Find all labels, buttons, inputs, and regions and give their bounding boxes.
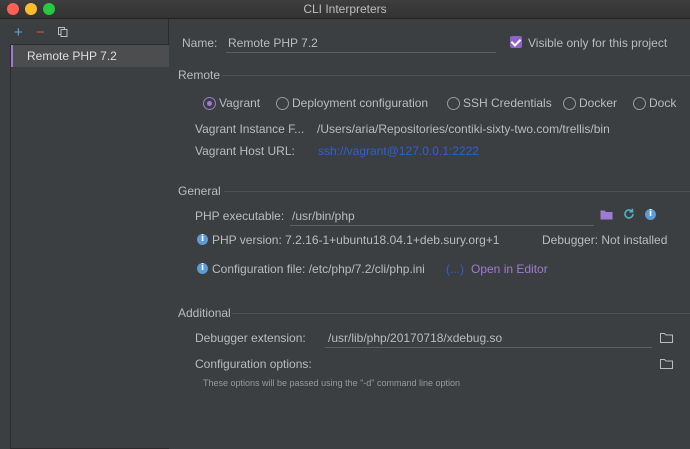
configuration-options-folder-icon[interactable] (660, 358, 673, 369)
list-item[interactable]: Remote PHP 7.2 (11, 45, 169, 67)
configuration-options-hint: These options will be passed using the "… (203, 378, 461, 388)
vagrant-instance-label: Vagrant Instance F... (195, 122, 305, 136)
remote-section-title: Remote (178, 68, 221, 82)
folder-icon[interactable] (600, 209, 613, 220)
debugger-status: Debugger: Not installed (542, 233, 668, 247)
additional-section-title: Additional (178, 306, 231, 320)
php-executable-label: PHP executable: (195, 209, 285, 223)
docker-compose-radio-label: Dock (649, 96, 677, 110)
reload-icon[interactable] (623, 208, 635, 220)
remove-icon[interactable]: − (36, 25, 45, 40)
php-executable-underline (290, 225, 594, 226)
interpreter-label: Remote PHP 7.2 (27, 49, 117, 63)
vagrant-host-url[interactable]: ssh://vagrant@127.0.0.1:2222 (318, 144, 479, 158)
docker-radio-label: Docker (579, 96, 618, 110)
additional-separator (232, 313, 690, 314)
open-in-editor-link[interactable]: Open in Editor (471, 262, 548, 276)
interpreter-details: Name: Remote PHP 7.2 Visible only for th… (170, 19, 690, 447)
ssh-credentials-radio-label: SSH Credentials (463, 96, 552, 110)
copy-icon[interactable] (58, 27, 68, 37)
deployment-configuration-radio-label: Deployment configuration (292, 96, 429, 110)
add-icon[interactable]: + (14, 25, 23, 40)
vagrant-host-label: Vagrant Host URL: (195, 144, 295, 158)
docker-compose-radio[interactable] (633, 97, 646, 110)
ssh-credentials-radio[interactable] (447, 97, 460, 110)
interpreter-list: Remote PHP 7.2 (10, 44, 169, 449)
debugger-extension-input[interactable]: /usr/lib/php/20170718/xdebug.so (328, 331, 502, 345)
general-separator (224, 191, 690, 192)
vagrant-radio-label: Vagrant (219, 96, 261, 110)
config-file-ellipsis-link[interactable]: (...) (446, 262, 464, 276)
configuration-file-text: Configuration file: /etc/php/7.2/cli/php… (212, 262, 425, 276)
vagrant-instance-value[interactable]: /Users/aria/Repositories/contiki-sixty-t… (317, 122, 610, 136)
php-info-icon[interactable]: i (645, 209, 656, 220)
vagrant-radio[interactable] (203, 97, 216, 110)
name-input-underline (226, 52, 496, 53)
visible-only-checkbox[interactable] (510, 36, 522, 48)
name-input[interactable]: Remote PHP 7.2 (228, 36, 318, 50)
name-label: Name: (182, 36, 218, 50)
php-version-text: PHP version: 7.2.16-1+ubuntu18.04.1+deb.… (212, 233, 500, 247)
title-bar: CLI Interpreters (0, 0, 690, 19)
configuration-options-label: Configuration options: (195, 357, 312, 371)
deployment-configuration-radio[interactable] (276, 97, 289, 110)
php-executable-input[interactable]: /usr/bin/php (292, 209, 355, 223)
visible-only-label: Visible only for this project (528, 36, 668, 50)
window-title: CLI Interpreters (303, 2, 387, 16)
docker-radio[interactable] (563, 97, 576, 110)
remote-separator (222, 75, 690, 76)
config-file-info-icon: i (197, 263, 208, 274)
interpreter-sidebar: + − Remote PHP 7.2 (0, 19, 169, 449)
debugger-extension-folder-icon[interactable] (660, 332, 673, 343)
php-version-info-icon: i (197, 234, 208, 245)
debugger-extension-label: Debugger extension: (195, 331, 306, 345)
debugger-extension-underline (325, 347, 652, 348)
general-section-title: General (178, 184, 221, 198)
